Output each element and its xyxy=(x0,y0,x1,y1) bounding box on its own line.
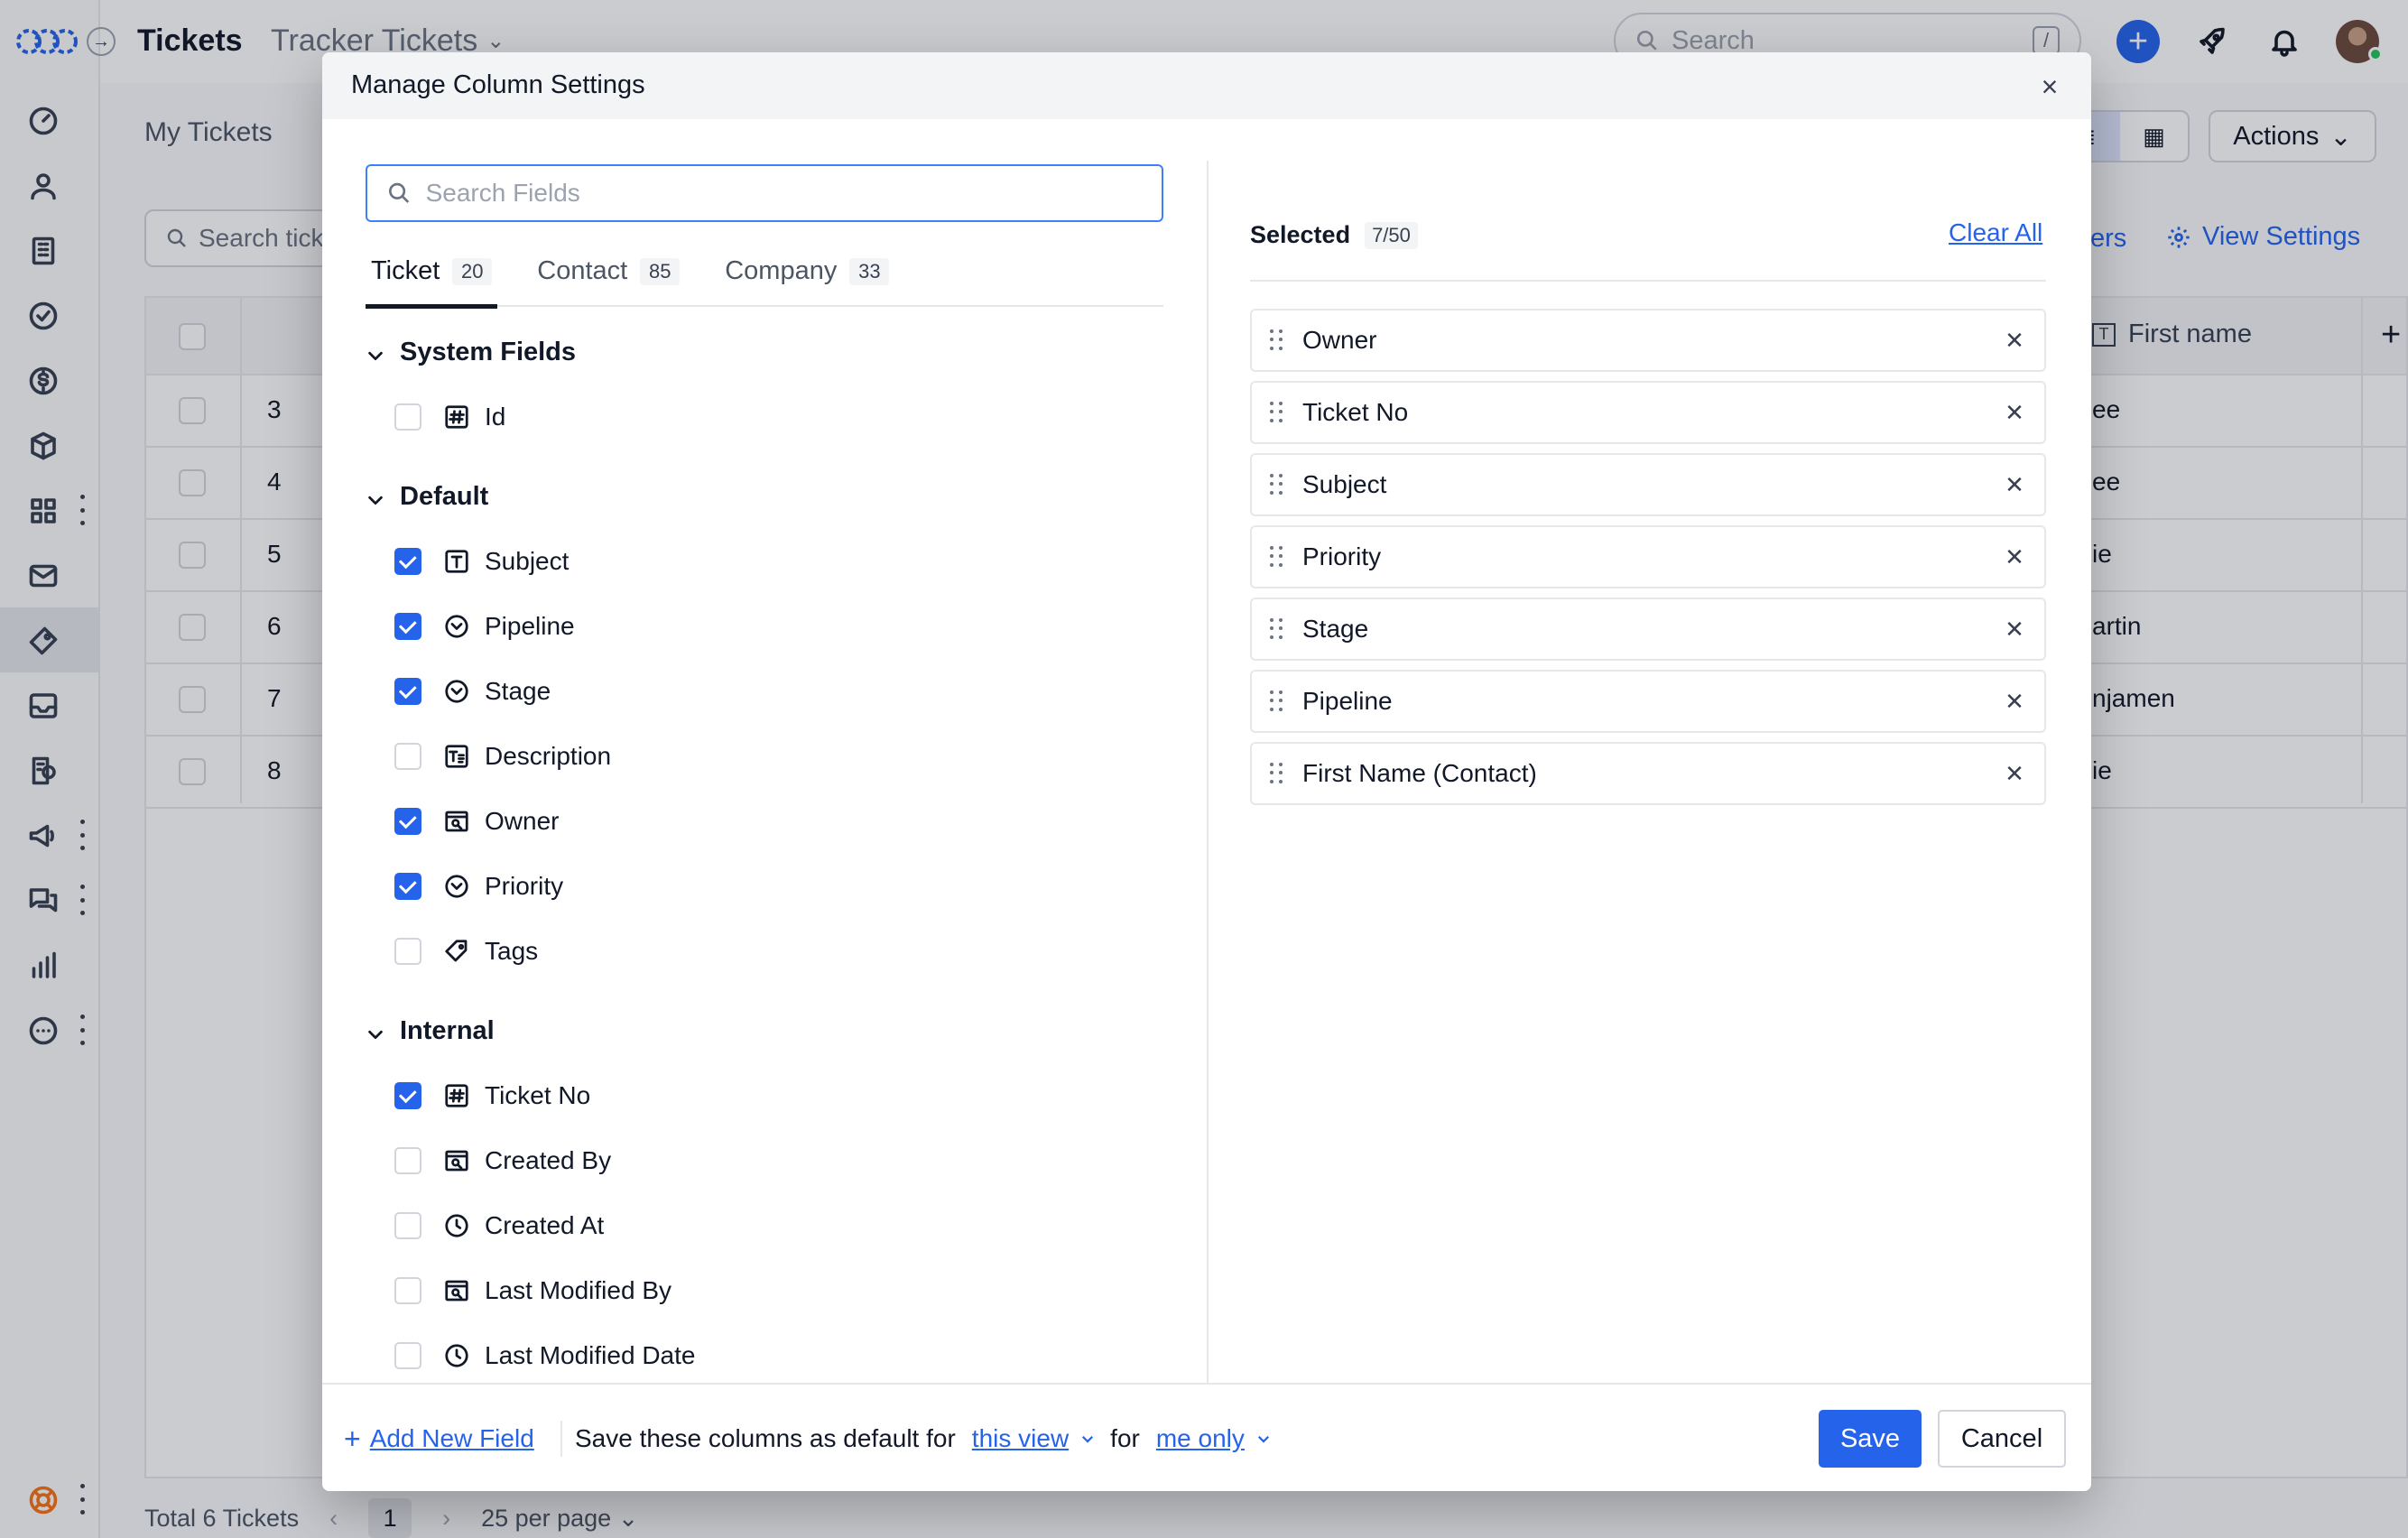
field-checkbox[interactable] xyxy=(394,678,421,705)
tab-ticket[interactable]: Ticket 20 xyxy=(366,256,498,309)
plus-icon: + xyxy=(344,1422,361,1455)
remove-x-icon[interactable]: ✕ xyxy=(2001,399,2028,426)
search-fields-input-wrapper[interactable] xyxy=(366,164,1163,222)
selected-column-item[interactable]: Ticket No ✕ xyxy=(1250,381,2046,444)
drag-handle-icon[interactable] xyxy=(1270,763,1284,784)
close-icon[interactable]: × xyxy=(2032,69,2068,105)
chevron-down-icon xyxy=(1257,1435,1269,1443)
drag-handle-icon[interactable] xyxy=(1270,618,1284,640)
dropdown-icon xyxy=(443,678,470,705)
selected-header: Selected 7/50 xyxy=(1250,220,1418,249)
remove-x-icon[interactable]: ✕ xyxy=(2001,760,2028,787)
cancel-button[interactable]: Cancel xyxy=(1938,1410,2066,1468)
selected-column-item[interactable]: First Name (Contact) ✕ xyxy=(1250,742,2046,805)
field-checkbox[interactable] xyxy=(394,873,421,900)
remove-x-icon[interactable]: ✕ xyxy=(2001,616,2028,643)
field-checkbox[interactable] xyxy=(394,938,421,965)
dropdown-icon xyxy=(443,613,470,640)
search-icon xyxy=(388,182,410,203)
field-checkbox[interactable] xyxy=(394,1212,421,1239)
chevron-down-icon xyxy=(366,487,385,507)
selected-column-item[interactable]: Owner ✕ xyxy=(1250,309,2046,372)
clock-icon xyxy=(443,1342,470,1369)
tab-contact[interactable]: Contact 85 xyxy=(532,256,685,307)
drag-handle-icon[interactable] xyxy=(1270,474,1284,496)
field-checkbox[interactable] xyxy=(394,808,421,835)
clear-all-link[interactable]: Clear All xyxy=(1949,218,2042,247)
tab-count-badge: 20 xyxy=(452,258,493,285)
field-checkbox[interactable] xyxy=(394,1277,421,1304)
modal-header: Manage Column Settings × xyxy=(322,52,2091,119)
modal-title: Manage Column Settings xyxy=(351,70,645,99)
field-option-created-at[interactable]: Created At xyxy=(394,1206,604,1246)
field-checkbox[interactable] xyxy=(394,548,421,575)
drag-handle-icon[interactable] xyxy=(1270,546,1284,568)
selected-title: Selected xyxy=(1250,220,1351,248)
user-lookup-icon xyxy=(443,1277,470,1304)
long-text-icon xyxy=(443,743,470,770)
remove-x-icon[interactable]: ✕ xyxy=(2001,327,2028,354)
save-button[interactable]: Save xyxy=(1819,1410,1922,1468)
group-header-default[interactable]: Default xyxy=(366,482,488,512)
field-checkbox[interactable] xyxy=(394,1147,421,1174)
field-checkbox[interactable] xyxy=(394,1082,421,1109)
drag-handle-icon[interactable] xyxy=(1270,329,1284,351)
field-option-owner[interactable]: Owner xyxy=(394,801,559,841)
chevron-down-icon xyxy=(366,1022,385,1042)
remove-x-icon[interactable]: ✕ xyxy=(2001,471,2028,498)
field-option-description[interactable]: Description xyxy=(394,737,611,776)
tag-icon xyxy=(443,938,470,965)
remove-x-icon[interactable]: ✕ xyxy=(2001,543,2028,570)
drag-handle-icon[interactable] xyxy=(1270,402,1284,423)
hash-icon xyxy=(443,403,470,431)
field-option-subject[interactable]: Subject xyxy=(394,542,569,581)
field-option-ticket-no[interactable]: Ticket No xyxy=(394,1076,590,1116)
field-checkbox[interactable] xyxy=(394,743,421,770)
group-header-system-fields[interactable]: System Fields xyxy=(366,338,576,367)
field-option-last-modified-by[interactable]: Last Modified By xyxy=(394,1271,671,1311)
chevron-down-icon xyxy=(366,343,385,363)
selected-column-item[interactable]: Subject ✕ xyxy=(1250,453,2046,516)
selected-column-item[interactable]: Stage ✕ xyxy=(1250,598,2046,661)
selected-column-item[interactable]: Pipeline ✕ xyxy=(1250,670,2046,733)
user-scope-dropdown[interactable]: me only xyxy=(1156,1424,1272,1453)
field-checkbox[interactable] xyxy=(394,403,421,431)
dropdown-icon xyxy=(443,873,470,900)
remove-x-icon[interactable]: ✕ xyxy=(2001,688,2028,715)
field-option-last-modified-date[interactable]: Last Modified Date xyxy=(394,1336,695,1376)
add-new-field-link[interactable]: + Add New Field xyxy=(344,1424,534,1453)
tab-count-badge: 33 xyxy=(849,258,890,285)
footer-divider xyxy=(560,1421,562,1457)
view-scope-dropdown[interactable]: this view xyxy=(972,1424,1096,1453)
field-option-id[interactable]: Id xyxy=(394,397,505,437)
selected-fields-pane: Selected 7/50 Clear All Owner ✕ Ticket No ✕… xyxy=(1209,119,2091,1383)
drag-handle-icon[interactable] xyxy=(1270,690,1284,712)
clock-icon xyxy=(443,1212,470,1239)
selected-column-item[interactable]: Priority ✕ xyxy=(1250,525,2046,588)
field-option-stage[interactable]: Stage xyxy=(394,672,551,711)
save-default-sentence: Save these columns as default for this v… xyxy=(575,1424,1272,1453)
tab-count-badge: 85 xyxy=(640,258,681,285)
field-checkbox[interactable] xyxy=(394,1342,421,1369)
tab-company[interactable]: Company 33 xyxy=(719,256,894,307)
group-header-internal[interactable]: Internal xyxy=(366,1016,495,1046)
chevron-down-icon xyxy=(1082,1435,1094,1443)
available-fields-pane: Ticket20 Contact85 Company33 System Fields… xyxy=(322,119,1207,1383)
field-option-priority[interactable]: Priority xyxy=(394,866,563,906)
entity-tabs: Ticket 20 Contact 85 Company 33 xyxy=(366,256,1163,309)
field-checkbox[interactable] xyxy=(394,613,421,640)
modal-footer: + Add New Field Save these columns as de… xyxy=(322,1383,2091,1491)
selected-count-badge: 7/50 xyxy=(1365,222,1418,249)
field-option-tags[interactable]: Tags xyxy=(394,931,538,971)
field-option-pipeline[interactable]: Pipeline xyxy=(394,607,575,646)
text-icon xyxy=(443,548,470,575)
hash-icon xyxy=(443,1082,470,1109)
search-fields-input[interactable] xyxy=(425,179,1142,208)
selected-divider xyxy=(1250,280,2046,282)
user-lookup-icon xyxy=(443,1147,470,1174)
manage-column-settings-modal: Manage Column Settings × Ticket20 Contact… xyxy=(322,52,2091,1491)
user-lookup-icon xyxy=(443,808,470,835)
field-option-created-by[interactable]: Created By xyxy=(394,1141,611,1181)
